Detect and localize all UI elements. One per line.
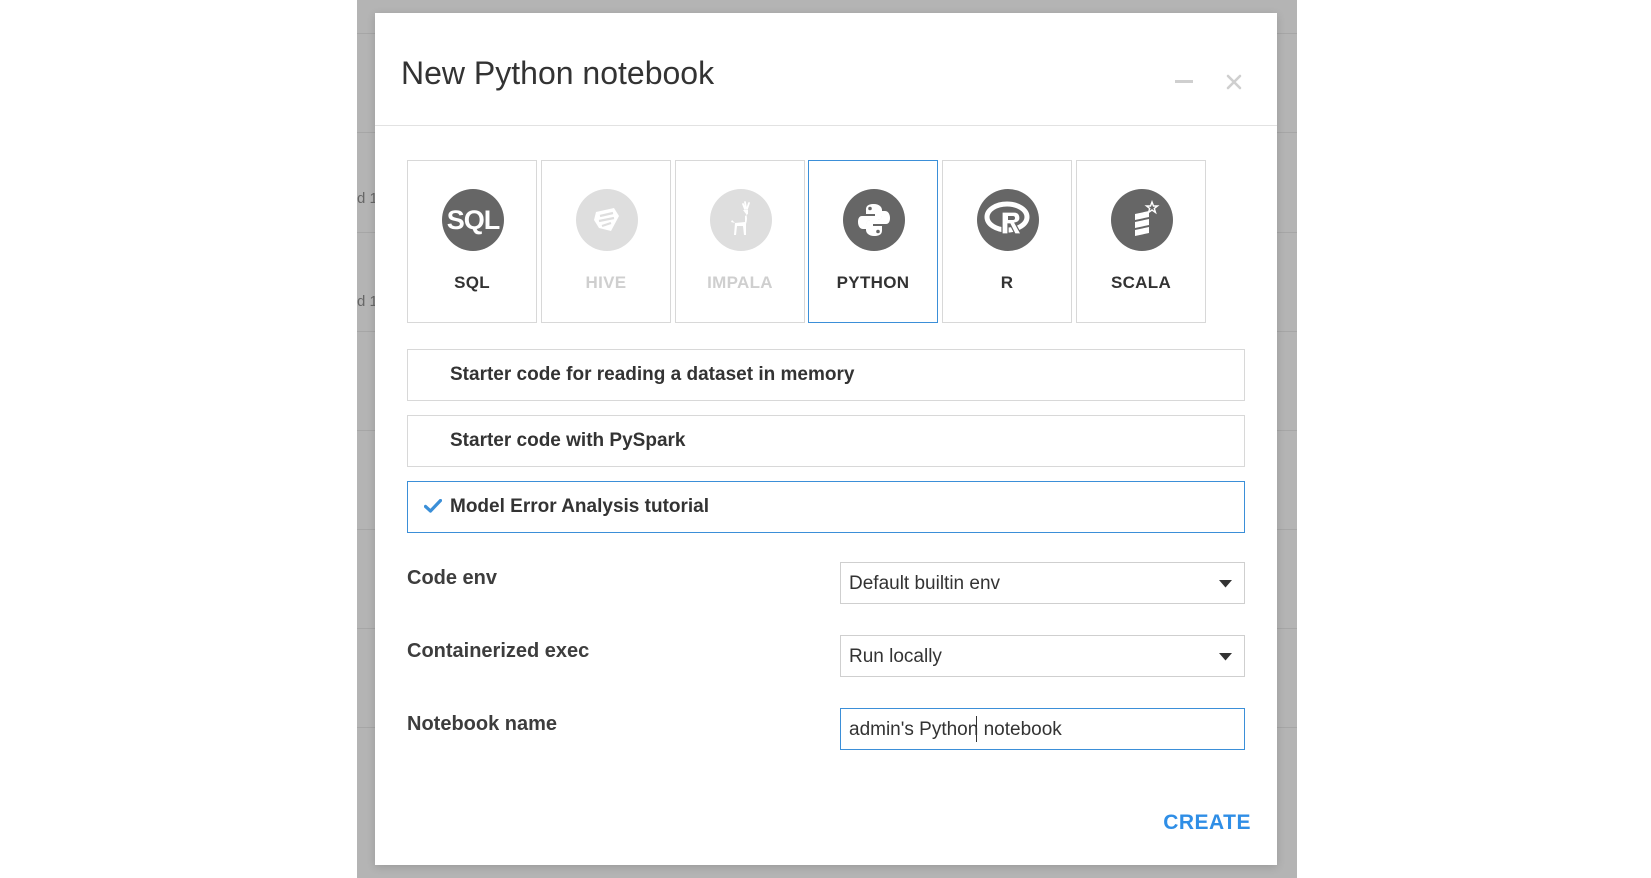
impala-icon (710, 189, 772, 251)
sql-icon: SQL (442, 189, 504, 251)
containerized-exec-value: Run locally (849, 646, 942, 667)
r-icon (977, 189, 1039, 251)
notebook-name-value: admin's Python notebook (849, 719, 1062, 740)
language-tile-label: R (1000, 273, 1014, 292)
close-icon (1226, 74, 1242, 90)
close-button[interactable] (1223, 71, 1245, 93)
language-tile-hive: HIVE (541, 160, 671, 323)
scala-icon (1111, 189, 1173, 251)
code-env-value: Default builtin env (849, 573, 1001, 594)
notebook-name-input[interactable]: admin's Python notebook (840, 708, 1245, 750)
template-option-label: Model Error Analysis tutorial (450, 496, 710, 517)
code-env-select[interactable]: Default builtin env (840, 562, 1245, 604)
dialog-header: New Python notebook (375, 13, 1277, 126)
dialog-title: New Python notebook (401, 55, 715, 91)
python-icon (843, 189, 905, 251)
template-option-label: Starter code with PySpark (450, 430, 686, 451)
language-tile-impala: IMPALA (675, 160, 805, 323)
template-option-pyspark[interactable]: Starter code with PySpark (407, 415, 1245, 467)
create-button[interactable]: CREATE (1161, 808, 1251, 838)
language-tile-python[interactable]: PYTHON (808, 160, 938, 323)
checkmark-icon (424, 499, 442, 513)
language-tile-label: HIVE (585, 273, 627, 292)
minimize-icon (1175, 80, 1193, 83)
notebook-name-label: Notebook name (407, 713, 558, 735)
template-option-model-error-analysis[interactable]: Model Error Analysis tutorial (407, 481, 1245, 533)
language-tile-label: PYTHON (836, 273, 910, 292)
minimize-button[interactable] (1173, 71, 1195, 93)
code-env-label: Code env (407, 567, 498, 589)
language-tile-label: SQL (454, 273, 490, 292)
caret-down-icon (1219, 580, 1232, 588)
caret-down-icon (1219, 653, 1232, 661)
language-tile-scala[interactable]: SCALA (1076, 160, 1206, 323)
language-tile-sql[interactable]: SQL SQL (407, 160, 537, 323)
containerized-exec-select[interactable]: Run locally (840, 635, 1245, 677)
containerized-exec-label: Containerized exec (407, 640, 590, 662)
hive-icon (576, 189, 638, 251)
language-tile-r[interactable]: R (942, 160, 1072, 323)
language-tile-label: SCALA (1110, 273, 1172, 292)
language-tile-label: IMPALA (707, 273, 773, 292)
text-cursor (976, 716, 977, 742)
new-notebook-dialog: New Python notebook SQL SQL HIVE IMPALA … (375, 13, 1277, 865)
template-option-dataset-memory[interactable]: Starter code for reading a dataset in me… (407, 349, 1245, 401)
template-option-label: Starter code for reading a dataset in me… (450, 364, 855, 385)
